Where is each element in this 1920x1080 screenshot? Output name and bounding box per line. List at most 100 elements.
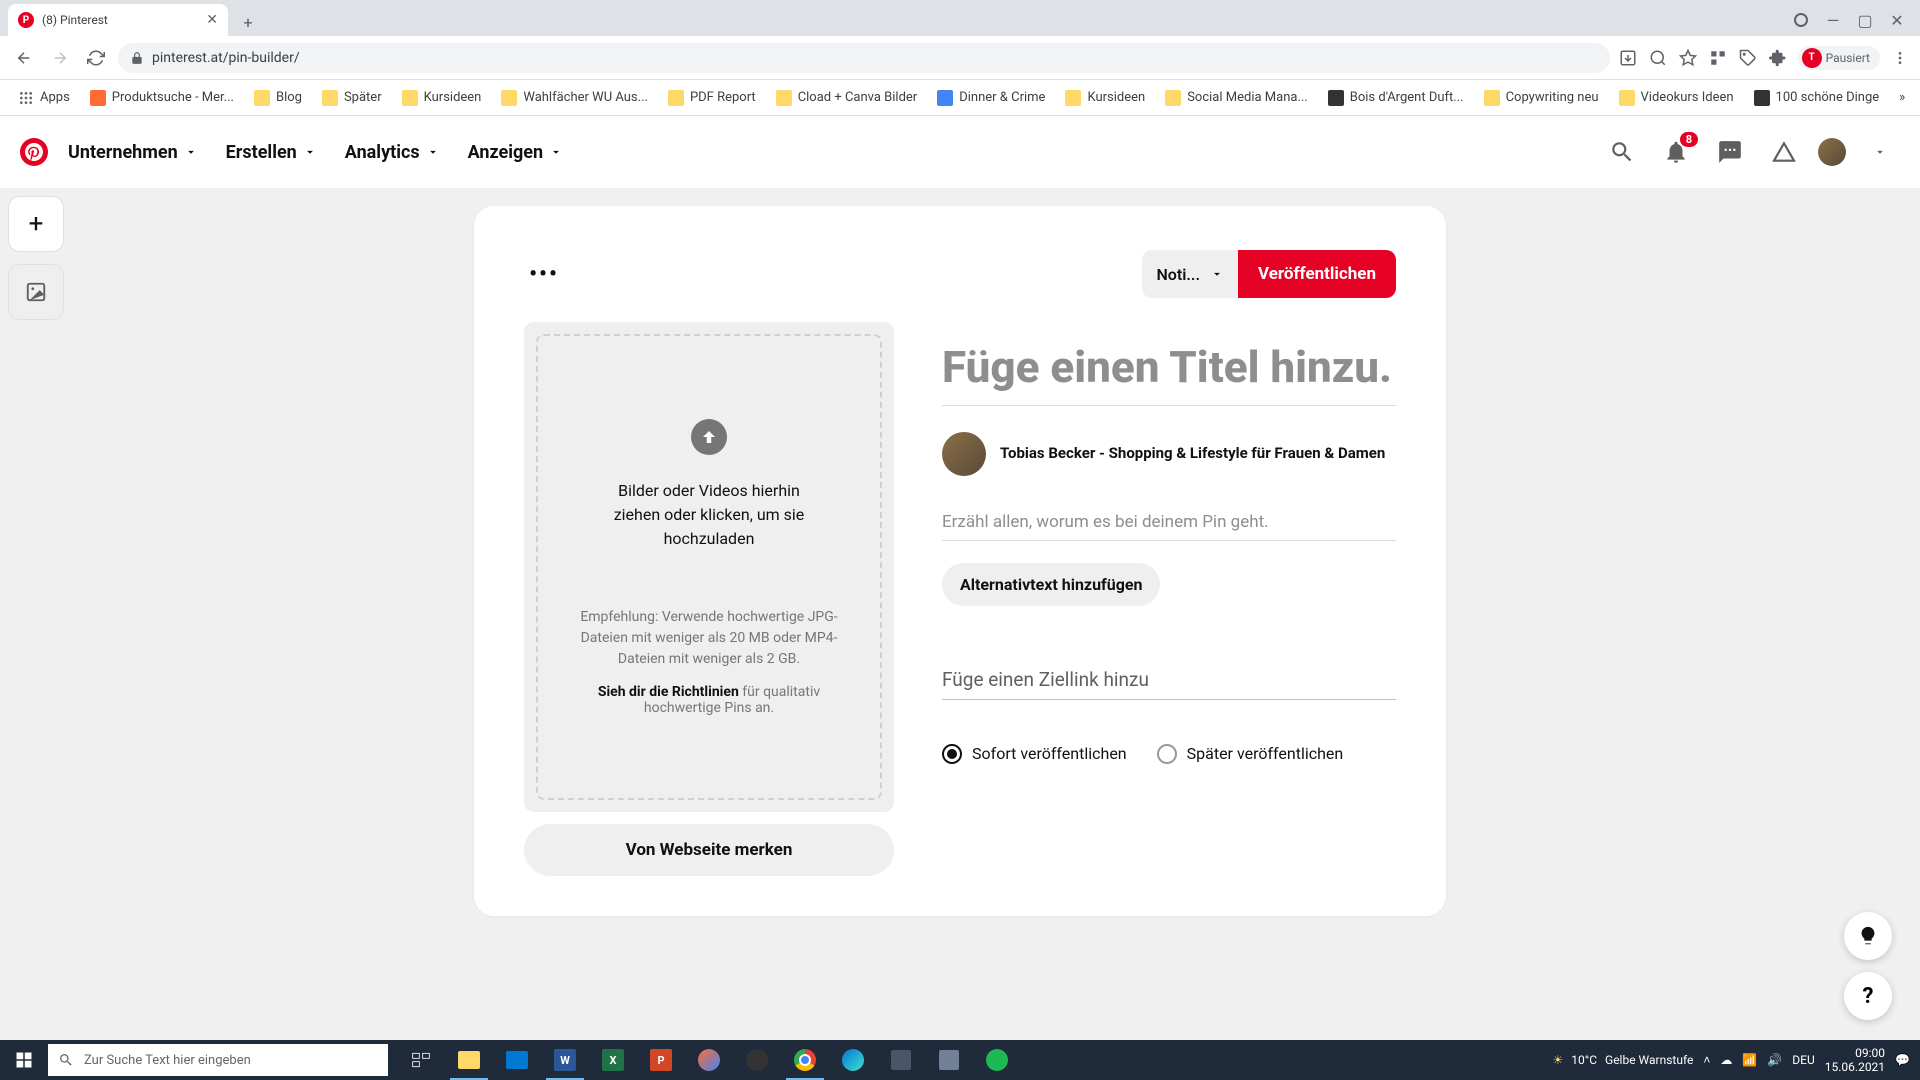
mail-icon[interactable] bbox=[494, 1040, 540, 1080]
tips-button[interactable] bbox=[1844, 912, 1892, 960]
notifications-icon[interactable]: 8 bbox=[1656, 132, 1696, 172]
author-row: Tobias Becker - Shopping & Lifestyle für… bbox=[942, 432, 1396, 476]
volume-icon[interactable]: 🔊 bbox=[1767, 1053, 1782, 1067]
pin-title-input[interactable] bbox=[942, 336, 1396, 406]
upload-dropzone[interactable]: Bilder oder Videos hierhin ziehen oder k… bbox=[524, 322, 894, 812]
bookmark-item[interactable]: Produktsuche - Mer... bbox=[82, 86, 242, 110]
bookmark-icon bbox=[1754, 90, 1770, 106]
chrome-icon[interactable] bbox=[782, 1040, 828, 1080]
app-icon[interactable] bbox=[926, 1040, 972, 1080]
messages-icon[interactable] bbox=[1710, 132, 1750, 172]
nav-anzeigen[interactable]: Anzeigen bbox=[460, 132, 572, 173]
qr-icon[interactable] bbox=[1708, 48, 1728, 68]
obs-icon[interactable] bbox=[734, 1040, 780, 1080]
app-icon[interactable] bbox=[878, 1040, 924, 1080]
user-avatar[interactable] bbox=[1818, 138, 1846, 166]
bookmark-apps[interactable]: Apps bbox=[10, 86, 78, 110]
save-from-web-button[interactable]: Von Webseite merken bbox=[524, 824, 894, 876]
edge-icon[interactable] bbox=[830, 1040, 876, 1080]
excel-icon[interactable]: X bbox=[590, 1040, 636, 1080]
content-area: + ••• Noti... Veröffentlichen Bilder ode… bbox=[0, 188, 1920, 1040]
bookmark-icon bbox=[1619, 90, 1635, 106]
sun-icon: ☀ bbox=[1552, 1053, 1563, 1067]
pinterest-logo[interactable] bbox=[20, 138, 48, 166]
side-rail: + bbox=[0, 188, 72, 320]
install-icon[interactable] bbox=[1618, 48, 1638, 68]
pin-thumbnail-button[interactable] bbox=[8, 264, 64, 320]
start-button[interactable] bbox=[0, 1040, 48, 1080]
powerpoint-icon[interactable]: P bbox=[638, 1040, 684, 1080]
radio-publish-now[interactable]: Sofort veröffentlichen bbox=[942, 744, 1127, 764]
bookmark-item[interactable]: PDF Report bbox=[660, 86, 764, 110]
maximize-icon[interactable]: ▢ bbox=[1858, 13, 1872, 27]
chevron-down-icon bbox=[426, 145, 440, 159]
forward-icon[interactable] bbox=[46, 44, 74, 72]
bookmark-item[interactable]: 100 schöne Dinge bbox=[1746, 86, 1888, 110]
help-button[interactable]: ? bbox=[1844, 972, 1892, 1020]
destination-link-input[interactable] bbox=[942, 660, 1396, 700]
menu-icon[interactable] bbox=[1890, 48, 1910, 68]
author-avatar[interactable] bbox=[942, 432, 986, 476]
close-window-icon[interactable]: ✕ bbox=[1890, 13, 1904, 27]
bookmark-item[interactable]: Social Media Mana... bbox=[1157, 86, 1316, 110]
notifications-tray-icon[interactable]: 💬 bbox=[1895, 1053, 1910, 1067]
shopping-icon[interactable] bbox=[1738, 48, 1758, 68]
bookmark-item[interactable]: Videokurs Ideen bbox=[1611, 86, 1742, 110]
chrome-account-icon[interactable] bbox=[1794, 13, 1808, 27]
explorer-icon[interactable] bbox=[446, 1040, 492, 1080]
bookmark-item[interactable]: Copywriting neu bbox=[1476, 86, 1607, 110]
pin-description-input[interactable] bbox=[942, 504, 1396, 541]
address-bar: pinterest.at/pin-builder/ T Pausiert bbox=[0, 36, 1920, 80]
bookmark-icon bbox=[501, 90, 517, 106]
more-options-button[interactable]: ••• bbox=[524, 254, 564, 294]
tray-chevron-icon[interactable]: ˄ bbox=[1703, 1053, 1710, 1067]
app-icon[interactable] bbox=[686, 1040, 732, 1080]
bookmark-item[interactable]: Später bbox=[314, 86, 390, 110]
bookmark-item[interactable]: Dinner & Crime bbox=[929, 86, 1053, 110]
onedrive-icon[interactable]: ☁ bbox=[1720, 1053, 1732, 1067]
bookmark-item[interactable]: Kursideen bbox=[394, 86, 490, 110]
radio-publish-later[interactable]: Später veröffentlichen bbox=[1157, 744, 1344, 764]
board-selector[interactable]: Noti... bbox=[1142, 250, 1238, 298]
nav-unternehmen[interactable]: Unternehmen bbox=[60, 132, 206, 173]
bookmark-item[interactable]: Blog bbox=[246, 86, 310, 110]
search-icon[interactable] bbox=[1602, 132, 1642, 172]
nav-analytics[interactable]: Analytics bbox=[337, 132, 448, 173]
bookmark-item[interactable]: Kursideen bbox=[1057, 86, 1153, 110]
add-pin-button[interactable]: + bbox=[8, 196, 64, 252]
updates-icon[interactable] bbox=[1764, 132, 1804, 172]
bookmark-icon bbox=[937, 90, 953, 106]
extensions-icon[interactable] bbox=[1768, 48, 1788, 68]
taskbar-search[interactable]: Zur Suche Text hier eingeben bbox=[48, 1044, 388, 1076]
add-alt-text-button[interactable]: Alternativtext hinzufügen bbox=[942, 563, 1160, 606]
profile-status[interactable]: T Pausiert bbox=[1798, 46, 1880, 70]
bookmark-item[interactable]: Bois d'Argent Duft... bbox=[1320, 86, 1472, 110]
notification-badge: 8 bbox=[1680, 132, 1698, 147]
bookmark-overflow[interactable]: » bbox=[1891, 86, 1913, 109]
spotify-icon[interactable] bbox=[974, 1040, 1020, 1080]
language-indicator[interactable]: DEU bbox=[1792, 1053, 1814, 1067]
zoom-icon[interactable] bbox=[1648, 48, 1668, 68]
task-view-icon[interactable] bbox=[398, 1040, 444, 1080]
back-icon[interactable] bbox=[10, 44, 38, 72]
new-tab-button[interactable]: + bbox=[234, 8, 262, 36]
bookmark-item[interactable]: Cload + Canva Bilder bbox=[768, 86, 926, 110]
weather-widget[interactable]: ☀ 10°C Gelbe Warnstufe bbox=[1552, 1053, 1693, 1067]
clock[interactable]: 09:00 15.06.2021 bbox=[1825, 1046, 1885, 1075]
account-chevron-icon[interactable] bbox=[1860, 132, 1900, 172]
reload-icon[interactable] bbox=[82, 44, 110, 72]
wifi-icon[interactable]: 📶 bbox=[1742, 1053, 1757, 1067]
chevron-down-icon bbox=[1210, 267, 1224, 281]
window-controls: — ▢ ✕ bbox=[1778, 4, 1920, 36]
word-icon[interactable]: W bbox=[542, 1040, 588, 1080]
bookmark-item[interactable]: Wahlfächer WU Aus... bbox=[493, 86, 656, 110]
minimize-icon[interactable]: — bbox=[1826, 13, 1840, 27]
browser-tab[interactable]: P (8) Pinterest ✕ bbox=[8, 4, 228, 36]
lock-icon bbox=[130, 51, 144, 65]
url-input[interactable]: pinterest.at/pin-builder/ bbox=[118, 43, 1610, 73]
bookmark-icon bbox=[668, 90, 684, 106]
nav-erstellen[interactable]: Erstellen bbox=[218, 132, 325, 173]
publish-button[interactable]: Veröffentlichen bbox=[1238, 250, 1396, 298]
star-icon[interactable] bbox=[1678, 48, 1698, 68]
close-tab-icon[interactable]: ✕ bbox=[206, 12, 218, 28]
